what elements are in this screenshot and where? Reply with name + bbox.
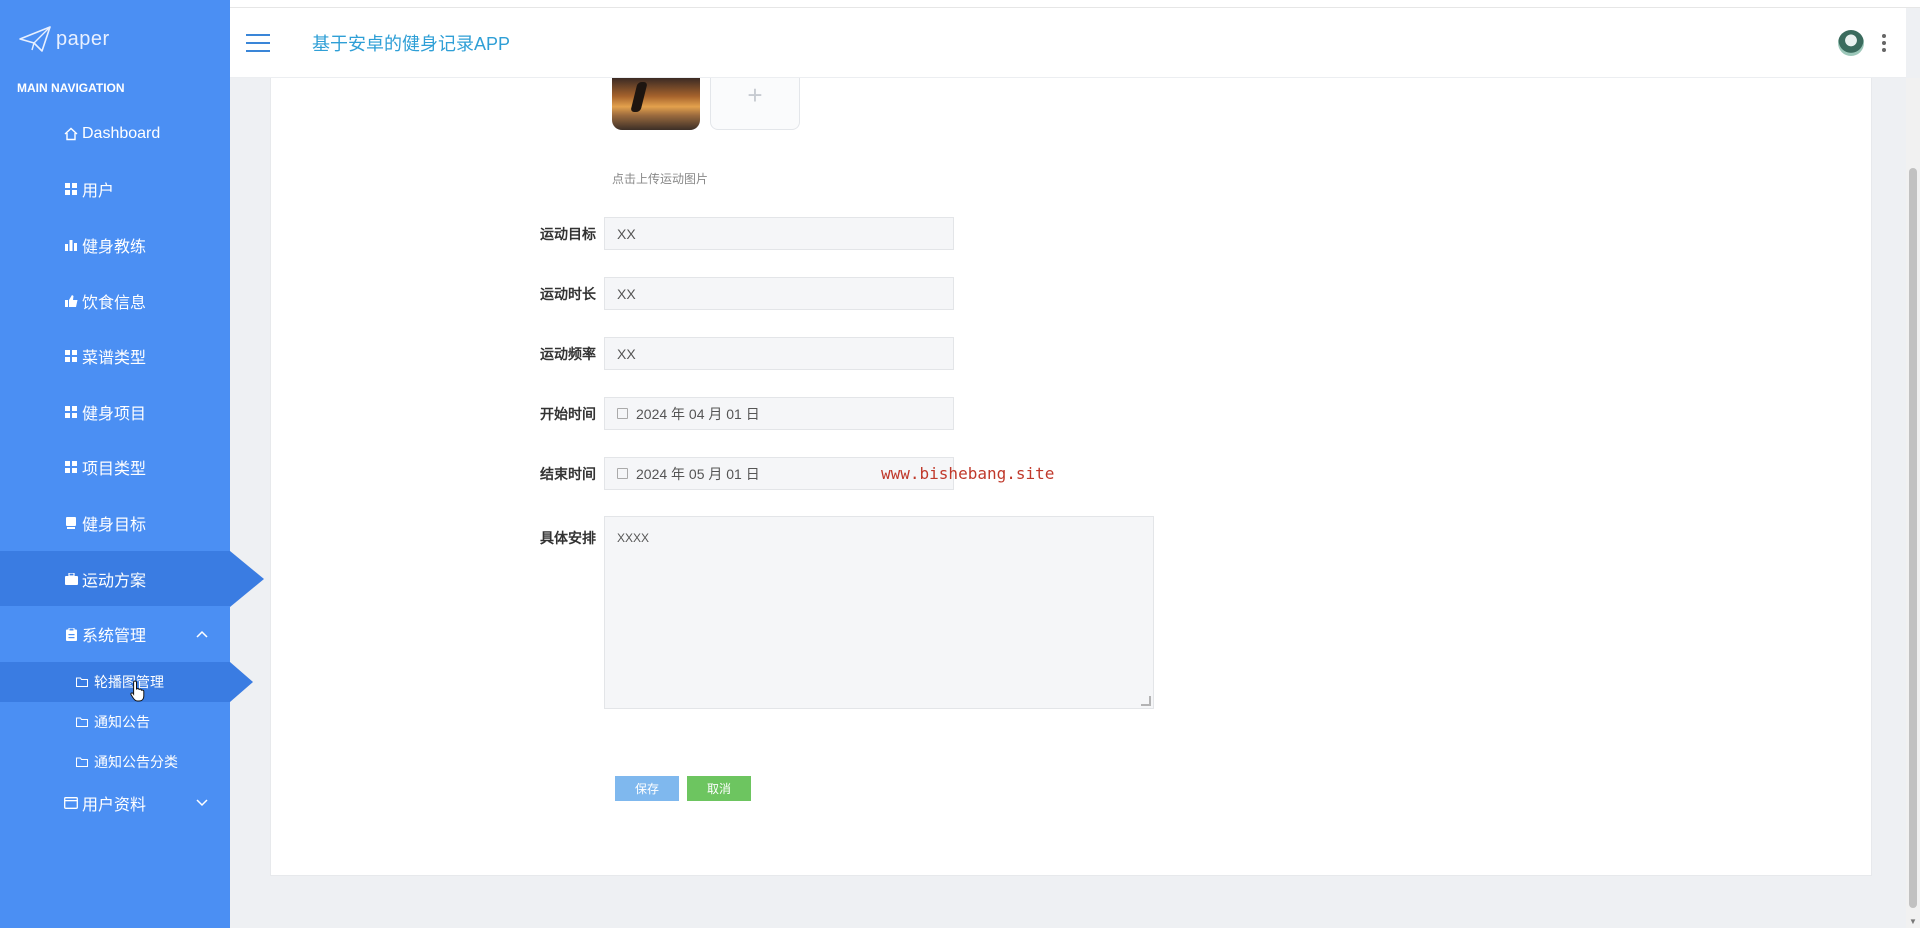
sidebar-subitem-notice-categories[interactable]: 通知公告分类 xyxy=(0,742,230,782)
sidebar-subitem-label: 通知公告 xyxy=(94,713,150,730)
scroll-down-arrow-icon[interactable]: ▼ xyxy=(1909,917,1917,926)
hand-cursor-icon xyxy=(130,680,145,702)
start-date-input[interactable]: 2024 年 04 月 01 日 xyxy=(604,397,954,430)
briefcase-icon xyxy=(64,572,78,586)
nav-list-bottom: 用户资料 xyxy=(0,782,230,824)
watermark: www.bishebang.site xyxy=(881,464,1055,483)
id-card-icon xyxy=(64,796,78,810)
sidebar-item-label: 运动方案 xyxy=(82,572,147,590)
sidebar-item-project-types[interactable]: 项目类型 xyxy=(0,440,230,496)
sidebar-item-label: 系统管理 xyxy=(82,628,147,646)
sidebar-item-fitness-goals[interactable]: 健身目标 xyxy=(0,495,230,551)
system-submenu: 轮播图管理 通知公告 通知公告分类 xyxy=(0,661,253,782)
plan-textarea[interactable]: XXXX xyxy=(604,516,1154,709)
calendar-icon xyxy=(617,408,628,419)
form-row-frequency: 运动频率 XX xyxy=(271,337,954,370)
sidebar-item-diet[interactable]: 饮食信息 xyxy=(0,273,230,329)
sidebar-item-recipe-types[interactable]: 菜谱类型 xyxy=(0,328,230,384)
menu-toggle-icon[interactable] xyxy=(246,33,270,52)
start-date-label: 开始时间 xyxy=(540,405,596,422)
grid-icon xyxy=(64,405,78,419)
plus-icon: + xyxy=(747,80,763,110)
sidebar-item-label: 用户 xyxy=(82,183,115,201)
top-bar: 基于安卓的健身记录APP xyxy=(230,8,1906,78)
upload-image-button[interactable]: + xyxy=(710,78,800,130)
sidebar-item-dashboard[interactable]: Dashboard xyxy=(0,106,230,162)
end-date-label: 结束时间 xyxy=(540,465,596,482)
sidebar-item-label: 用户资料 xyxy=(82,796,147,814)
sidebar-subitem-carousel[interactable]: 轮播图管理 xyxy=(0,661,253,702)
scrollbar-thumb[interactable] xyxy=(1909,168,1917,908)
sidebar-item-label: 健身教练 xyxy=(82,238,147,256)
browser-top-edge xyxy=(230,0,1920,8)
sidebar-item-label: 健身项目 xyxy=(82,405,147,423)
logo-text: paper xyxy=(56,27,110,50)
sidebar-item-label: 饮食信息 xyxy=(82,294,147,312)
sidebar-item-label: 健身目标 xyxy=(82,516,147,534)
sidebar-subitem-notices[interactable]: 通知公告 xyxy=(0,702,230,742)
thumbs-up-icon xyxy=(64,294,78,308)
folder-icon xyxy=(76,677,88,687)
top-right-controls xyxy=(1838,8,1886,78)
sidebar-item-users[interactable]: 用户 xyxy=(0,162,230,218)
cancel-button[interactable]: 取消 xyxy=(687,776,751,801)
sidebar-item-label: Dashboard xyxy=(82,124,161,142)
plan-label: 具体安排 xyxy=(540,530,596,546)
form-row-end-date: 结束时间 2024 年 05 月 01 日 xyxy=(271,457,954,490)
sidebar-item-label: 项目类型 xyxy=(82,461,147,479)
nav-list: Dashboard 用户 健身教练 饮食信息 菜谱类型 健身项目 项目类型 健身… xyxy=(0,106,264,662)
app-title: 基于安卓的健身记录APP xyxy=(312,33,511,54)
clipboard-icon xyxy=(64,627,78,641)
form-panel: + 点击上传运动图片 运动目标 XX 运动时长 XX 运动频率 XX 开始时间 … xyxy=(270,78,1872,876)
runner-silhouette xyxy=(630,82,648,112)
bookmark-icon xyxy=(64,516,78,530)
duration-label: 运动时长 xyxy=(540,285,596,302)
logo[interactable]: paper xyxy=(0,0,230,78)
duration-input[interactable]: XX xyxy=(604,277,954,310)
more-options-icon[interactable] xyxy=(1882,34,1886,52)
upload-hint: 点击上传运动图片 xyxy=(612,172,709,186)
grid-icon xyxy=(64,460,78,474)
folder-icon xyxy=(76,717,88,727)
avatar[interactable] xyxy=(1838,30,1864,56)
sidebar-item-exercise-plans[interactable]: 运动方案 xyxy=(0,550,264,607)
start-date-value: 2024 年 04 月 01 日 xyxy=(636,405,760,422)
form-row-plan: 具体安排 XXXX xyxy=(271,516,1154,709)
sidebar-item-system-management[interactable]: 系统管理 xyxy=(0,606,230,662)
sidebar-subitem-label: 轮播图管理 xyxy=(94,673,164,690)
home-icon xyxy=(64,127,78,141)
goal-input[interactable]: XX xyxy=(604,217,954,250)
frequency-label: 运动频率 xyxy=(540,345,596,362)
save-button[interactable]: 保存 xyxy=(615,776,679,801)
sidebar-item-fitness-projects[interactable]: 健身项目 xyxy=(0,384,230,440)
grid-icon xyxy=(64,182,78,196)
app-root: paper MAIN NAVIGATION Dashboard 用户 健身教练 xyxy=(0,0,1920,928)
sidebar-item-coaches[interactable]: 健身教练 xyxy=(0,217,230,273)
goal-label: 运动目标 xyxy=(540,225,596,242)
form-row-start-date: 开始时间 2024 年 04 月 01 日 xyxy=(271,397,954,430)
chevron-down-icon[interactable] xyxy=(196,796,208,810)
sidebar-item-user-profile[interactable]: 用户资料 xyxy=(0,782,230,824)
sidebar: paper MAIN NAVIGATION Dashboard 用户 健身教练 xyxy=(0,0,264,928)
form-row-goal: 运动目标 XX xyxy=(271,217,954,250)
form-row-duration: 运动时长 XX xyxy=(271,277,954,310)
paper-plane-icon xyxy=(19,26,51,52)
calendar-icon xyxy=(617,468,628,479)
nav-header: MAIN NAVIGATION xyxy=(17,81,125,95)
end-date-value: 2024 年 05 月 01 日 xyxy=(636,465,760,482)
chevron-up-icon[interactable] xyxy=(196,627,208,641)
bar-chart-icon xyxy=(64,238,78,252)
page-scrollbar[interactable]: ▼ xyxy=(1906,78,1920,928)
sidebar-item-label: 菜谱类型 xyxy=(82,350,147,368)
grid-icon xyxy=(64,349,78,363)
uploaded-image-thumbnail[interactable] xyxy=(612,78,700,130)
folder-icon xyxy=(76,757,88,767)
sidebar-subitem-label: 通知公告分类 xyxy=(94,753,178,770)
frequency-input[interactable]: XX xyxy=(604,337,954,370)
